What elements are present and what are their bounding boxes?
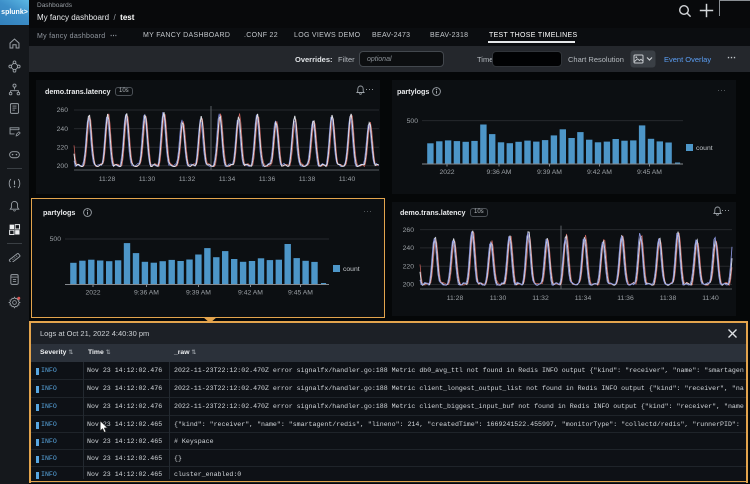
svg-text:count: count bbox=[343, 266, 360, 273]
svg-text:11:38: 11:38 bbox=[299, 176, 316, 183]
svg-text:220: 220 bbox=[403, 263, 415, 270]
svg-text:count: count bbox=[696, 145, 713, 152]
svg-text:9:42 AM: 9:42 AM bbox=[238, 290, 263, 297]
svg-text:9:45 AM: 9:45 AM bbox=[288, 290, 313, 297]
svg-text:2022: 2022 bbox=[439, 169, 454, 176]
svg-text:11:36: 11:36 bbox=[617, 295, 634, 302]
svg-text:260: 260 bbox=[57, 107, 69, 114]
svg-text:11:30: 11:30 bbox=[139, 176, 156, 183]
svg-text:11:34: 11:34 bbox=[575, 295, 592, 302]
svg-text:9:36 AM: 9:36 AM bbox=[487, 169, 512, 176]
svg-text:11:28: 11:28 bbox=[447, 295, 464, 302]
svg-text:240: 240 bbox=[57, 126, 69, 133]
svg-text:9:42 AM: 9:42 AM bbox=[587, 169, 612, 176]
svg-text:11:34: 11:34 bbox=[219, 176, 236, 183]
svg-text:11:30: 11:30 bbox=[490, 295, 507, 302]
svg-text:11:32: 11:32 bbox=[532, 295, 549, 302]
svg-text:11:38: 11:38 bbox=[660, 295, 677, 302]
svg-text:11:28: 11:28 bbox=[99, 176, 116, 183]
svg-text:500: 500 bbox=[50, 236, 62, 243]
svg-text:11:40: 11:40 bbox=[339, 176, 356, 183]
svg-text:260: 260 bbox=[403, 227, 415, 234]
svg-text:500: 500 bbox=[407, 118, 419, 125]
svg-text:2022: 2022 bbox=[85, 290, 100, 297]
svg-text:9:39 AM: 9:39 AM bbox=[186, 290, 211, 297]
svg-text:9:39 AM: 9:39 AM bbox=[537, 169, 562, 176]
svg-text:11:40: 11:40 bbox=[702, 295, 719, 302]
svg-text:220: 220 bbox=[57, 144, 69, 151]
svg-text:11:36: 11:36 bbox=[259, 176, 276, 183]
svg-text:11:32: 11:32 bbox=[179, 176, 196, 183]
svg-text:9:36 AM: 9:36 AM bbox=[134, 290, 159, 297]
svg-text:9:45 AM: 9:45 AM bbox=[637, 169, 662, 176]
svg-text:200: 200 bbox=[57, 163, 69, 170]
svg-text:240: 240 bbox=[403, 245, 415, 252]
svg-text:200: 200 bbox=[403, 282, 415, 289]
